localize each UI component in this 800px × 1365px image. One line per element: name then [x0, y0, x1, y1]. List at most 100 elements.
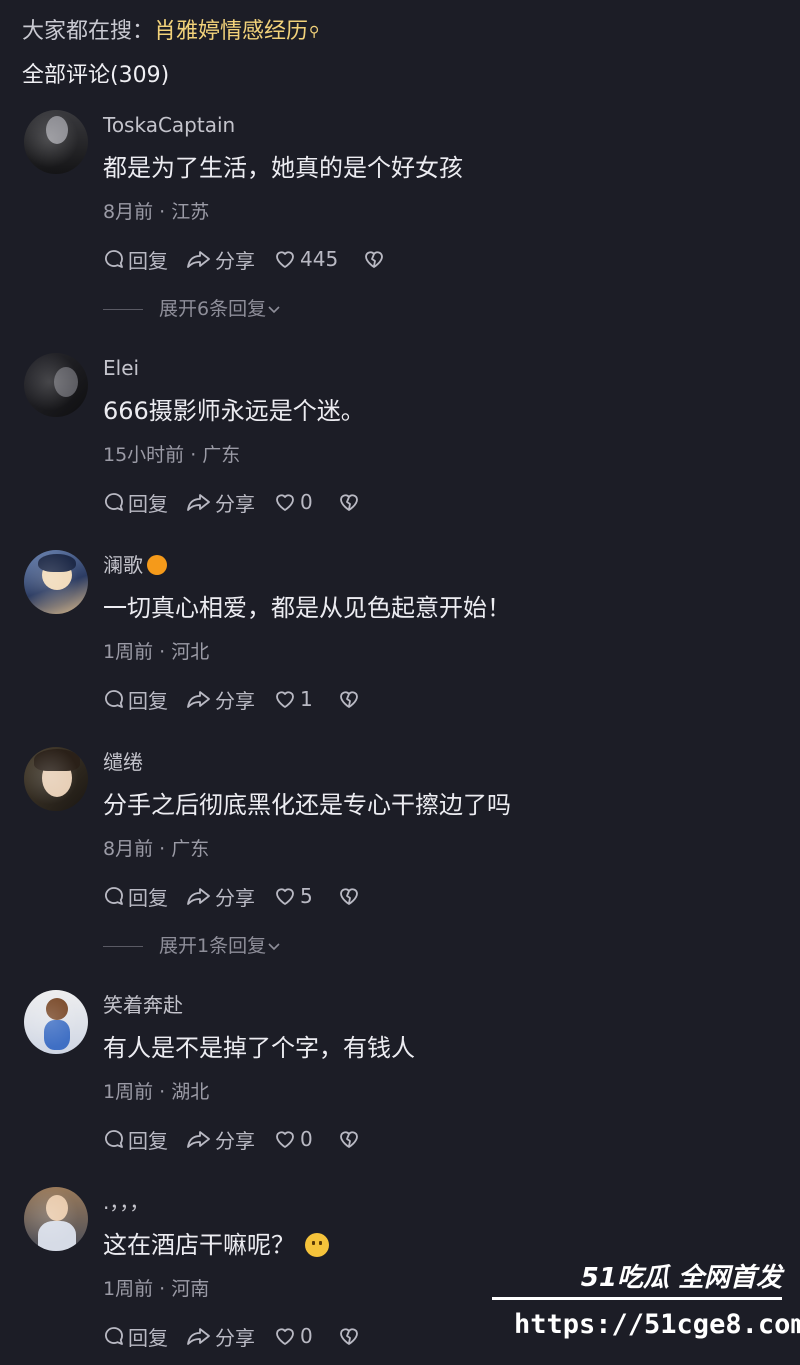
fan-badge-icon [147, 555, 167, 575]
heart-icon [276, 251, 294, 268]
broken-heart-icon [339, 691, 358, 708]
heart-icon [276, 1328, 294, 1345]
share-icon [187, 251, 210, 268]
comment-username[interactable]: .，，， [103, 1187, 149, 1217]
like-count: 5 [300, 884, 313, 908]
comments-count-title: 全部评论(309) [22, 63, 170, 88]
comment-text: 这在酒店干嘛呢？ [103, 1227, 329, 1263]
avatar[interactable] [24, 110, 88, 174]
expand-replies[interactable]: 展开1条回复 [103, 932, 282, 960]
share-icon [187, 1131, 210, 1148]
comment-text: 有人是不是掉了个字，有钱人 [103, 1034, 415, 1062]
dislike-button[interactable] [337, 688, 364, 710]
divider [103, 945, 143, 947]
search-suggestion-label: 大家都在搜： [22, 19, 155, 44]
search-icon: ⚲ [309, 24, 320, 40]
reply-button[interactable]: 回复 [103, 488, 168, 517]
smile-emoji-icon [305, 1233, 329, 1257]
search-suggestion[interactable]: 大家都在搜：肖雅婷情感经历⚲ [22, 16, 319, 48]
share-icon [187, 691, 210, 708]
comment-actions: 回复 分享 5 [103, 881, 364, 911]
comment-actions: 回复 分享 445 [103, 244, 389, 274]
comment-actions: 回复 分享 1 [103, 684, 364, 714]
share-label: 分享 [215, 688, 255, 713]
reply-icon [105, 887, 123, 905]
comment-meta: 1周前 · 河北 [103, 641, 210, 663]
share-icon [187, 1328, 210, 1345]
avatar[interactable] [24, 353, 88, 417]
share-icon [187, 888, 210, 905]
comment-username-text: 澜歌 [103, 553, 143, 577]
heart-icon [276, 494, 294, 511]
comment-username[interactable]: 缱绻 [103, 747, 143, 777]
dislike-button[interactable] [362, 248, 389, 270]
chevron-down-icon [268, 943, 280, 951]
comment-text: 分手之后彻底黑化还是专心干擦边了吗 [103, 791, 511, 819]
avatar[interactable] [24, 550, 88, 614]
expand-replies-label: 展开6条回复 [159, 298, 267, 320]
reply-button[interactable]: 回复 [103, 685, 168, 714]
broken-heart-icon [339, 888, 358, 905]
watermark-url: https://51cge8.com [514, 1309, 800, 1340]
expand-replies[interactable]: 展开6条回复 [103, 295, 282, 323]
heart-icon [276, 888, 294, 905]
watermark: 51吃瓜 全网首发 https://51cge8.com [492, 1257, 800, 1357]
share-button[interactable]: 分享 [186, 488, 255, 517]
like-count: 0 [300, 490, 313, 514]
reply-icon [105, 493, 123, 511]
comment-actions: 回复 分享 0 [103, 1321, 364, 1351]
broken-heart-icon [339, 1131, 358, 1148]
search-suggestion-term[interactable]: 肖雅婷情感经历 [154, 19, 308, 44]
comment-username[interactable]: ToskaCaptain [103, 110, 235, 140]
dislike-button[interactable] [337, 1128, 364, 1150]
reply-button[interactable]: 回复 [103, 882, 168, 911]
like-button[interactable]: 0 [273, 1324, 313, 1348]
like-button[interactable]: 5 [273, 884, 313, 908]
avatar[interactable] [24, 990, 88, 1054]
reply-icon [105, 250, 123, 268]
like-button[interactable]: 0 [273, 490, 313, 514]
comment-text: 都是为了生活，她真的是个好女孩 [103, 154, 463, 182]
reply-icon [105, 690, 123, 708]
comment-username[interactable]: Elei [103, 353, 139, 383]
broken-heart-icon [339, 1328, 358, 1345]
reply-icon [105, 1327, 123, 1345]
comment-username[interactable]: 澜歌 [103, 550, 167, 580]
dislike-button[interactable] [337, 885, 364, 907]
comment-username[interactable]: 笑着奔赴 [103, 990, 183, 1020]
share-button[interactable]: 分享 [186, 685, 255, 714]
share-button[interactable]: 分享 [186, 1322, 255, 1351]
share-button[interactable]: 分享 [186, 245, 255, 274]
reply-icon [105, 1130, 123, 1148]
like-count: 1 [300, 687, 313, 711]
reply-label: 回复 [128, 1325, 168, 1350]
share-label: 分享 [215, 1128, 255, 1153]
reply-button[interactable]: 回复 [103, 245, 168, 274]
share-button[interactable]: 分享 [186, 1125, 255, 1154]
comment-actions: 回复 分享 0 [103, 1124, 364, 1154]
avatar[interactable] [24, 1187, 88, 1251]
share-button[interactable]: 分享 [186, 882, 255, 911]
reply-label: 回复 [128, 491, 168, 516]
share-label: 分享 [215, 1325, 255, 1350]
share-label: 分享 [215, 248, 255, 273]
avatar[interactable] [24, 747, 88, 811]
share-icon [187, 494, 210, 511]
watermark-brand: 51吃瓜 全网首发 [580, 1263, 782, 1293]
chevron-down-icon [268, 306, 280, 314]
like-button[interactable]: 445 [273, 247, 338, 271]
dislike-button[interactable] [337, 491, 364, 513]
comment-text: 666摄影师永远是个迷。 [103, 397, 365, 425]
dislike-button[interactable] [337, 1325, 364, 1347]
watermark-divider [492, 1297, 782, 1300]
reply-button[interactable]: 回复 [103, 1322, 168, 1351]
reply-button[interactable]: 回复 [103, 1125, 168, 1154]
reply-label: 回复 [128, 248, 168, 273]
like-button[interactable]: 1 [273, 687, 313, 711]
broken-heart-icon [339, 494, 358, 511]
like-count: 445 [300, 247, 339, 271]
comment-text: 一切真心相爱，都是从见色起意开始！ [103, 594, 511, 622]
like-button[interactable]: 0 [273, 1127, 313, 1151]
expand-replies-label: 展开1条回复 [159, 935, 267, 957]
share-label: 分享 [215, 885, 255, 910]
